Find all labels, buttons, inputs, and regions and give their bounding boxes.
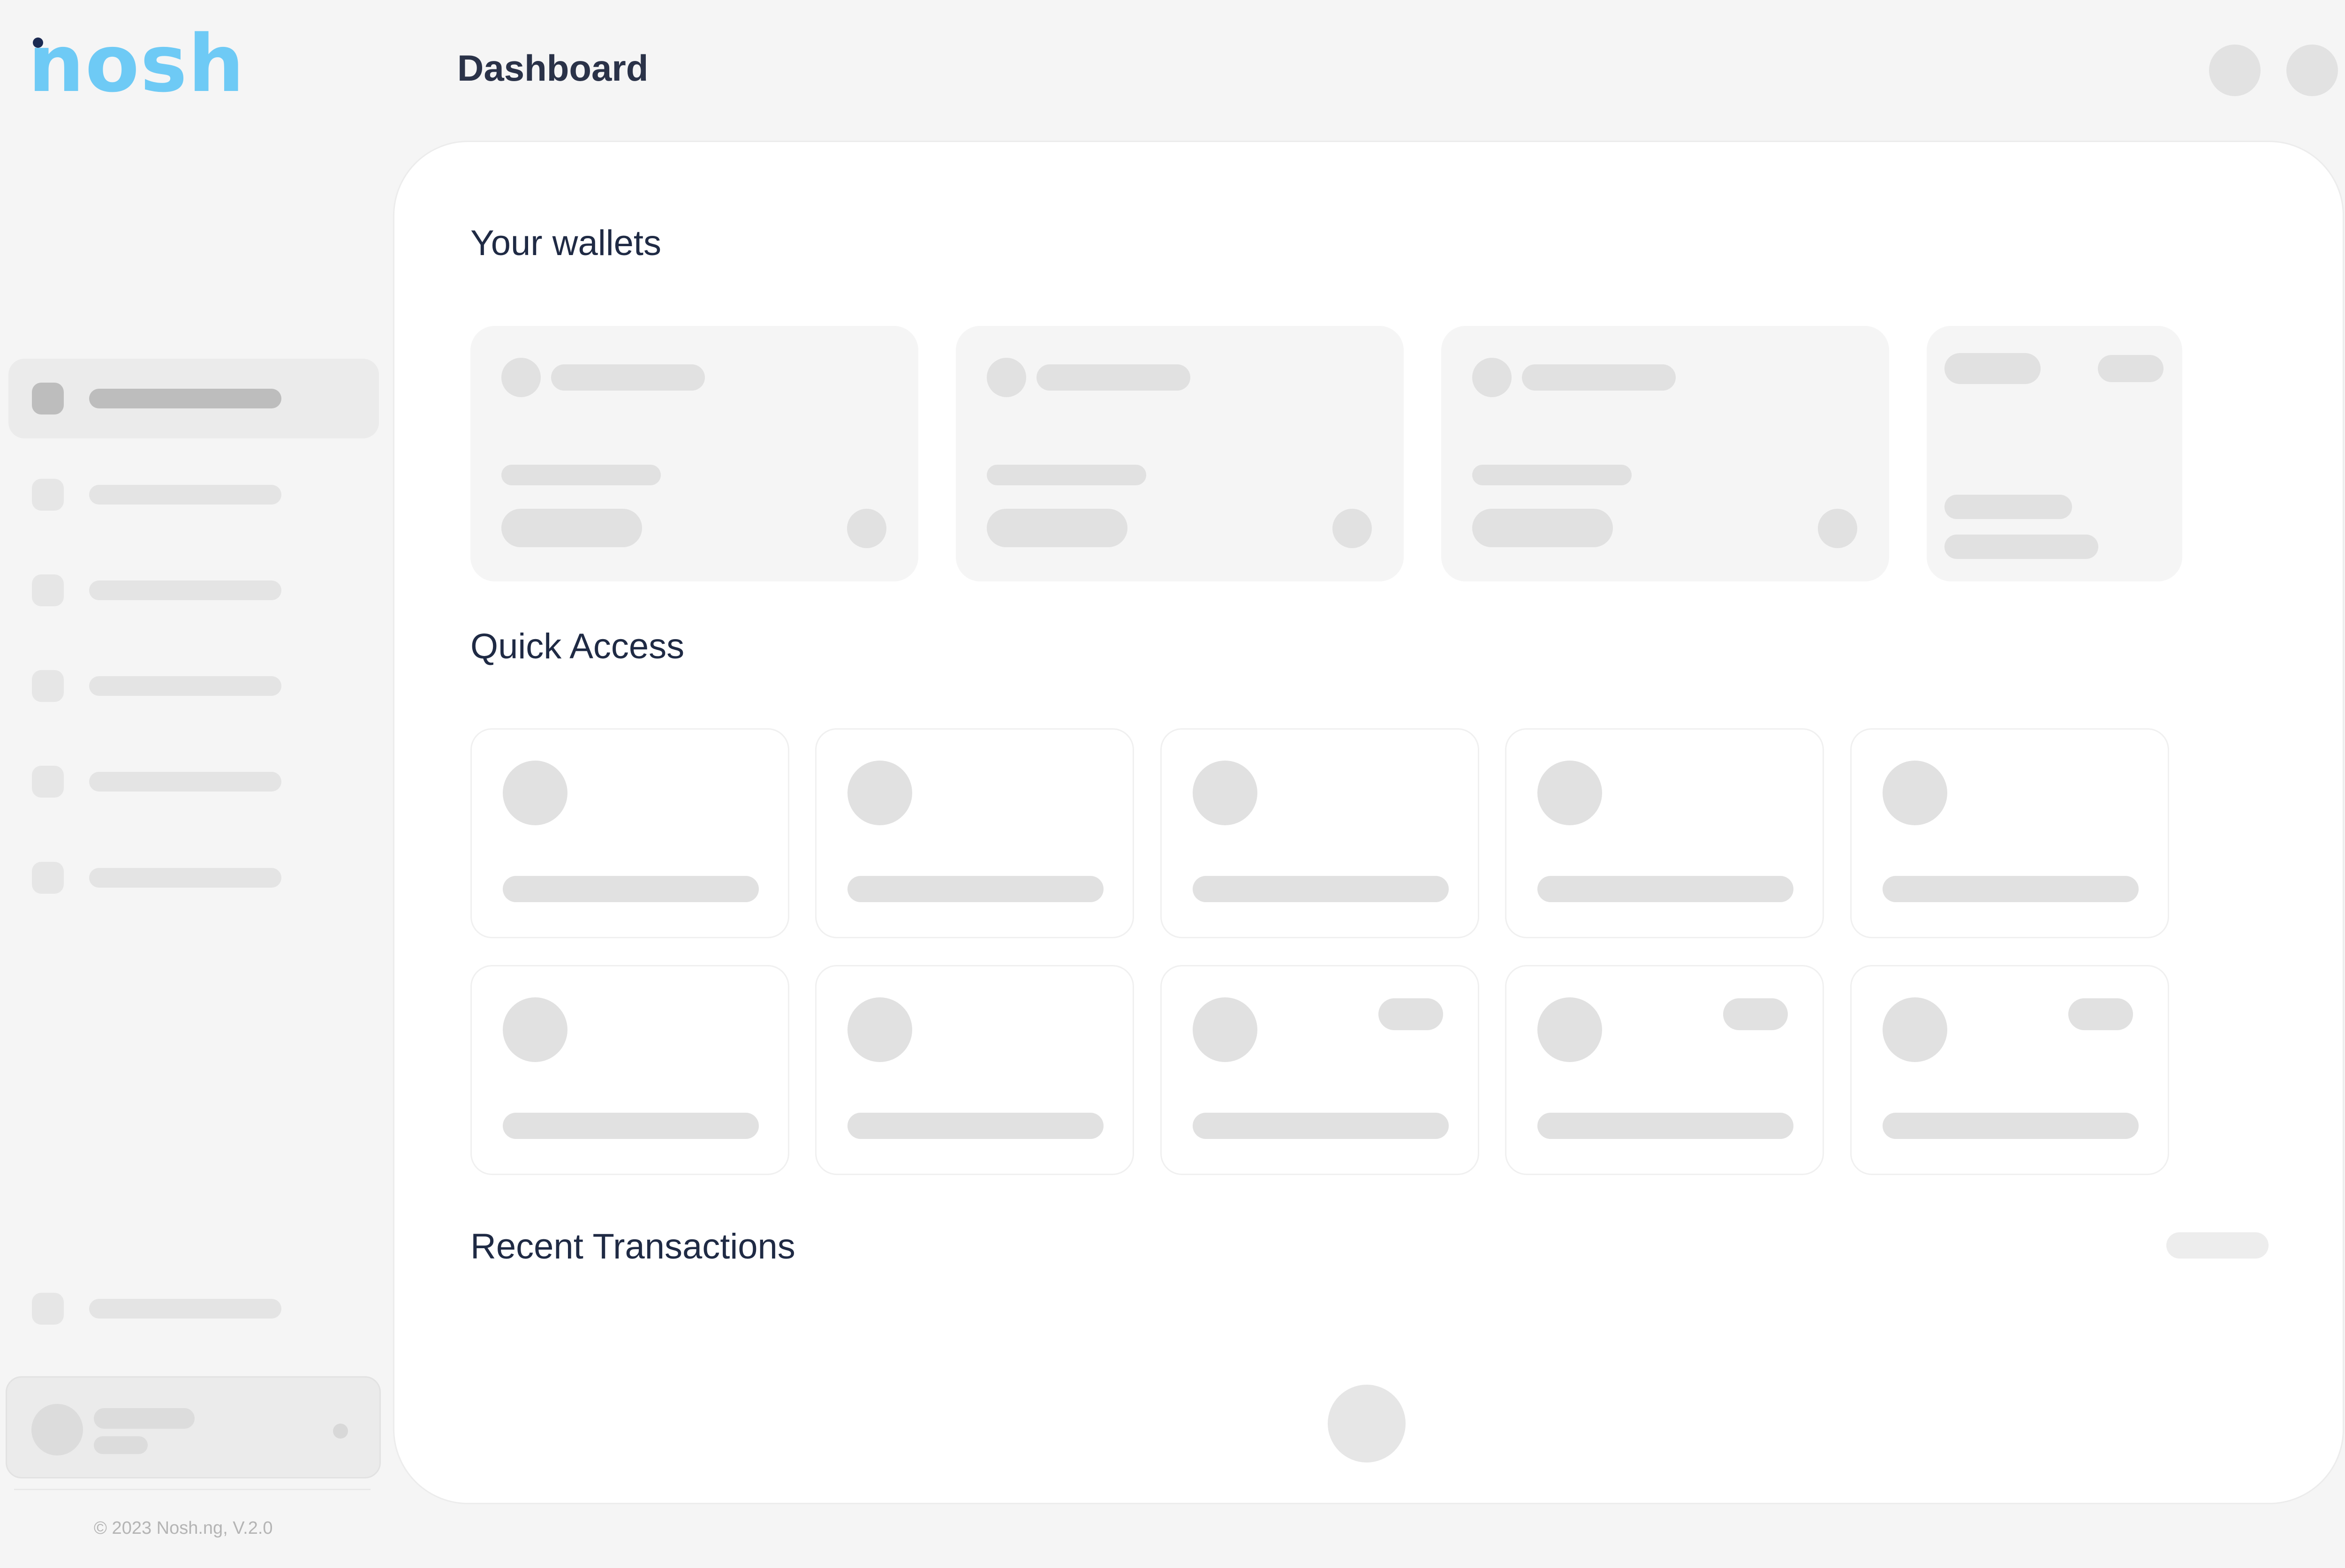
quick-access-icon-skeleton [1883,761,1947,825]
sidebar-item-label-skeleton [89,1299,281,1319]
copyright-text: © 2023 Nosh.ng, V.2.0 [94,1518,273,1538]
wallet-balance-skeleton [501,509,642,547]
quick-access-icon-skeleton [503,761,567,825]
profile-icon-placeholder[interactable] [2286,45,2338,96]
sidebar-item-skeleton[interactable] [8,550,379,630]
user-role-skeleton [94,1436,148,1454]
sidebar-item-icon-skeleton [32,574,64,606]
wallet-action-skeleton [1332,509,1372,548]
sidebar-item-icon-skeleton [32,479,64,511]
quick-access-card-skeleton[interactable] [1850,965,2169,1175]
wallet-action-skeleton [847,509,886,548]
quick-access-card-skeleton[interactable] [470,728,789,938]
quick-access-label-skeleton [1537,876,1793,902]
quick-access-card-skeleton[interactable] [1505,728,1824,938]
page-title: Dashboard [457,47,649,89]
quick-access-icon-skeleton [1537,997,1602,1062]
quick-access-badge-skeleton [1378,998,1443,1030]
sidebar-divider [14,1489,371,1490]
sidebar-item-skeleton[interactable] [8,359,379,438]
profile-menu-dot-skeleton [333,1424,348,1439]
sidebar-item-skeleton[interactable] [8,838,379,918]
quick-access-icon-skeleton [1193,997,1257,1062]
main-panel: Your wallets Quick Access Recent Transac… [393,141,2344,1504]
user-profile-card-skeleton[interactable] [6,1376,381,1478]
quick-access-section-title: Quick Access [470,626,685,666]
quick-access-label-skeleton [1883,1113,2139,1139]
wallet-badge-skeleton [2098,355,2163,382]
quick-access-card-skeleton[interactable] [1505,965,1824,1175]
sidebar-item-label-skeleton [89,485,281,505]
sidebar-item-skeleton[interactable] [8,742,379,822]
quick-access-label-skeleton [1193,1113,1449,1139]
quick-access-icon-skeleton [847,761,912,825]
quick-access-card-skeleton[interactable] [1850,728,2169,938]
quick-access-icon-skeleton [1883,997,1947,1062]
quick-access-icon-skeleton [1193,761,1257,825]
quick-access-label-skeleton [847,1113,1104,1139]
wallet-icon-skeleton [1472,358,1512,397]
see-all-link-skeleton[interactable] [2166,1232,2269,1259]
nosh-logo[interactable]: nosh [28,24,244,103]
wallet-card-skeleton[interactable] [956,326,1404,581]
quick-access-label-skeleton [847,876,1104,902]
sidebar-item-label-skeleton [89,389,281,408]
quick-access-label-skeleton [503,1113,759,1139]
notification-icon-placeholder[interactable] [2209,45,2261,96]
sidebar-item-label-skeleton [89,868,281,888]
sidebar-item-skeleton[interactable] [8,455,379,535]
quick-access-badge-skeleton [2068,998,2133,1030]
sidebar-item-label-skeleton [89,580,281,600]
wallet-name-skeleton [551,364,705,391]
recent-transactions-section-title: Recent Transactions [470,1227,795,1266]
quick-access-label-skeleton [1537,1113,1793,1139]
quick-access-card-skeleton[interactable] [1160,728,1479,938]
sidebar-item-icon-skeleton [32,862,64,894]
loading-spinner-skeleton [1328,1385,1406,1462]
wallet-card-skeleton[interactable] [470,326,918,581]
wallet-card-skeleton[interactable] [1441,326,1889,581]
quick-access-label-skeleton [1883,876,2139,902]
quick-access-card-skeleton[interactable] [1160,965,1479,1175]
quick-access-card-skeleton[interactable] [470,965,789,1175]
wallet-name-skeleton [1522,364,1676,391]
quick-access-icon-skeleton [847,997,912,1062]
wallet-line-skeleton [1944,495,2072,519]
quick-access-label-skeleton [503,876,759,902]
quick-access-card-skeleton[interactable] [815,728,1134,938]
sidebar-item-icon-skeleton [32,383,64,415]
quick-access-label-skeleton [1193,876,1449,902]
quick-access-icon-skeleton [503,997,567,1062]
wallet-label-skeleton [1472,465,1632,485]
wallet-line-skeleton [1944,535,2098,559]
logo-text: nosh [28,18,245,110]
sidebar-item-skeleton[interactable] [8,1269,379,1349]
quick-access-card-skeleton[interactable] [815,965,1134,1175]
wallet-icon-skeleton [987,358,1026,397]
quick-access-icon-skeleton [1537,761,1602,825]
sidebar-item-label-skeleton [89,772,281,792]
sidebar-item-label-skeleton [89,676,281,696]
quick-access-badge-skeleton [1723,998,1788,1030]
wallet-label-skeleton [987,465,1146,485]
wallet-icon-skeleton [501,358,541,397]
add-wallet-card-skeleton[interactable] [1927,326,2182,581]
wallet-label-skeleton [501,465,661,485]
app-root: nosh Dashboard © 2023 Nosh.ng, V.2.0 You… [0,0,2345,1568]
wallets-section-title: Your wallets [470,223,661,263]
sidebar-item-icon-skeleton [32,1293,64,1325]
wallet-title-skeleton [1944,353,2041,384]
wallet-balance-skeleton [1472,509,1613,547]
wallet-action-skeleton [1818,509,1857,548]
user-name-skeleton [94,1408,195,1429]
sidebar-item-icon-skeleton [32,766,64,798]
wallet-name-skeleton [1036,364,1190,391]
avatar-skeleton [31,1404,83,1455]
sidebar-item-skeleton[interactable] [8,646,379,726]
wallet-balance-skeleton [987,509,1127,547]
sidebar-item-icon-skeleton [32,670,64,702]
